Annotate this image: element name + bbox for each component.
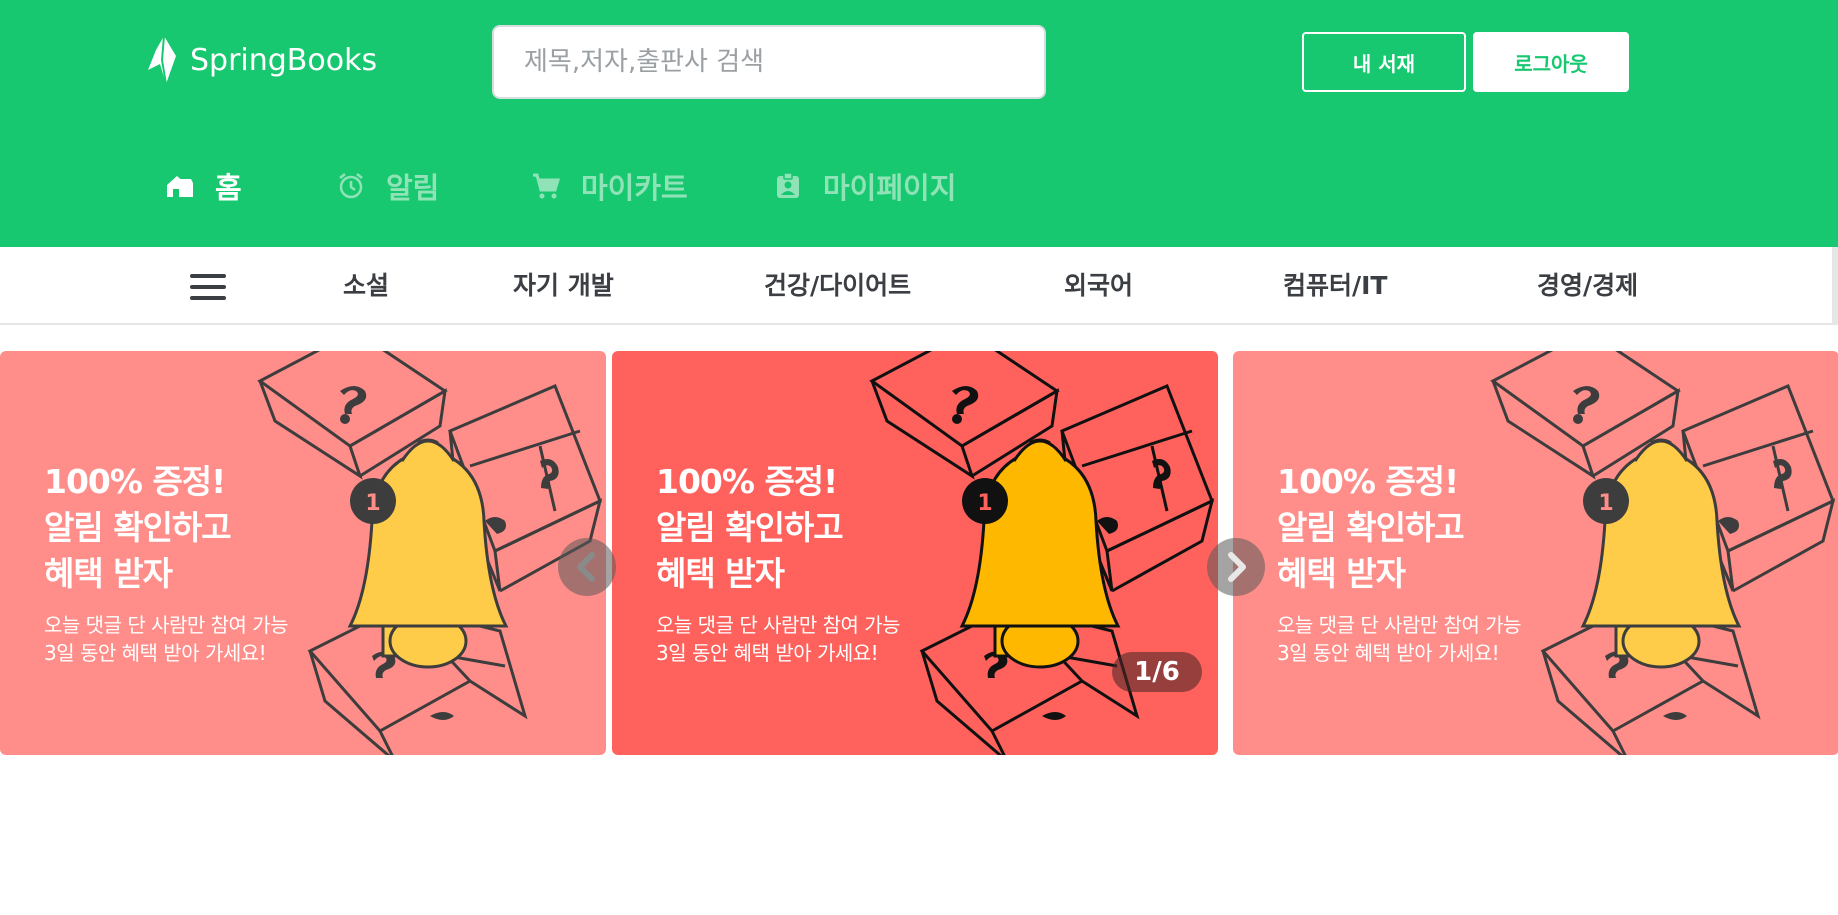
cart-icon — [533, 173, 561, 199]
banner-subtitle: 오늘 댓글 단 사람만 참여 가능 3일 동안 혜택 받아 가세요! — [44, 613, 289, 665]
banner-title: 100% 증정! 알림 확인하고 혜택 받자 — [44, 462, 232, 593]
logo-text: SpringBooks — [190, 42, 378, 78]
home-icon — [167, 176, 193, 197]
banner-subtitle: 오늘 댓글 단 사람만 참여 가능 3일 동안 혜택 받아 가세요! — [1277, 613, 1522, 665]
badge-number: 1 — [1598, 491, 1613, 516]
slide-counter: 1/6 — [1112, 652, 1202, 692]
alarm-clock-icon — [339, 173, 363, 199]
nav-alarm-label: 알림 — [386, 171, 440, 205]
chevron-left-icon — [577, 552, 595, 582]
nav-home[interactable]: 홈 — [165, 160, 242, 212]
badge-number: 1 — [977, 491, 992, 516]
nav-home-label: 홈 — [215, 171, 242, 205]
top-header: SpringBooks 내 서재 로그아웃 홈 알림 — [0, 0, 1838, 247]
nav-cart[interactable]: 마이카트 — [531, 160, 688, 212]
banner-text: 100% 증정! 알림 확인하고 혜택 받자 오늘 댓글 단 사람만 참여 가능… — [656, 459, 901, 667]
chevron-right-icon — [1228, 552, 1246, 582]
scrollbar[interactable] — [1832, 247, 1838, 325]
nav-mypage-label: 마이페이지 — [823, 171, 957, 205]
nav-cart-label: 마이카트 — [581, 171, 688, 205]
carousel-prev-button[interactable] — [558, 538, 616, 596]
logo[interactable]: SpringBooks — [146, 34, 377, 86]
search-input[interactable] — [492, 25, 1046, 99]
banner-text: 100% 증정! 알림 확인하고 혜택 받자 오늘 댓글 단 사람만 참여 가능… — [1277, 459, 1522, 667]
nav-mypage[interactable]: 마이페이지 — [773, 160, 956, 212]
banner-slide-previous[interactable]: 1 100% 증정! 알림 확인하고 혜택 받자 오늘 댓글 단 사람만 참여 … — [0, 351, 606, 755]
category-bar: 소설 자기 개발 건강/다이어트 외국어 컴퓨터/IT 경영/경제 — [0, 247, 1838, 325]
banner-text: 100% 증정! 알림 확인하고 혜택 받자 오늘 댓글 단 사람만 참여 가능… — [44, 459, 289, 667]
id-badge-icon — [777, 172, 799, 198]
banner-carousel: 1 100% 증정! 알림 확인하고 혜택 받자 오늘 댓글 단 사람만 참여 … — [0, 351, 1838, 755]
category-business-economy[interactable]: 경영/경제 — [1537, 247, 1638, 325]
banner-slide-next[interactable]: 1 100% 증정! 알림 확인하고 혜택 받자 오늘 댓글 단 사람만 참여 … — [1233, 351, 1838, 755]
menu-icon[interactable] — [190, 274, 226, 300]
nav-alarm[interactable]: 알림 — [336, 160, 439, 212]
category-foreign-language[interactable]: 외국어 — [1064, 247, 1133, 325]
banner-title: 100% 증정! 알림 확인하고 혜택 받자 — [656, 462, 844, 593]
main-nav: 홈 알림 마이카트 마이페이지 — [0, 160, 1838, 212]
my-library-button[interactable]: 내 서재 — [1302, 32, 1466, 92]
logo-leaf-icon — [148, 35, 176, 85]
banner-slide-current[interactable]: 1 100% 증정! 알림 확인하고 혜택 받자 오늘 댓글 단 사람만 참여 … — [612, 351, 1218, 755]
category-computer-it[interactable]: 컴퓨터/IT — [1283, 247, 1388, 325]
banner-title: 100% 증정! 알림 확인하고 혜택 받자 — [1277, 462, 1465, 593]
category-self-development[interactable]: 자기 개발 — [513, 247, 614, 325]
logout-button[interactable]: 로그아웃 — [1473, 32, 1629, 92]
carousel-next-button[interactable] — [1207, 538, 1265, 596]
category-novel[interactable]: 소설 — [343, 247, 389, 325]
category-health-diet[interactable]: 건강/다이어트 — [764, 247, 911, 325]
banner-subtitle: 오늘 댓글 단 사람만 참여 가능 3일 동안 혜택 받아 가세요! — [656, 613, 901, 665]
badge-number: 1 — [365, 491, 380, 516]
